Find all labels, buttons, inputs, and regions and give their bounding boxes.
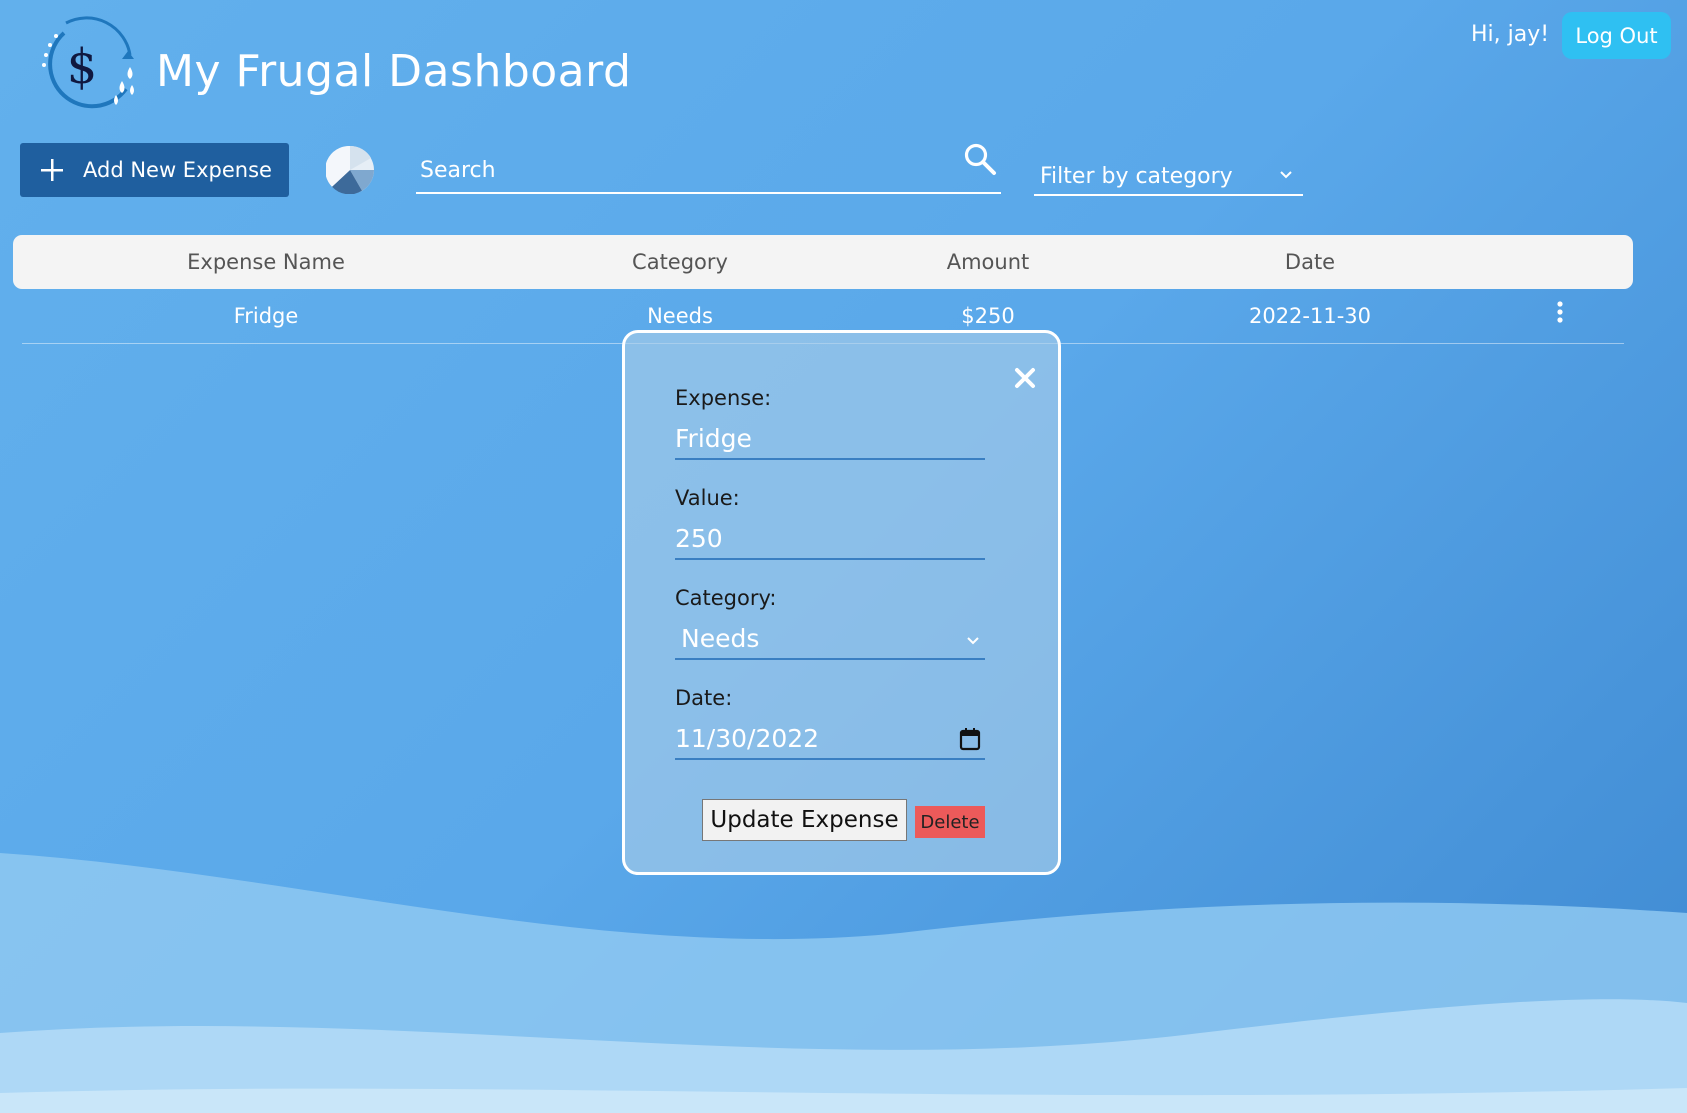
filter-label: Filter by category [1040, 164, 1233, 189]
date-value: 11/30/2022 [675, 724, 820, 753]
add-expense-button[interactable]: Add New Expense [20, 143, 289, 197]
page-title: My Frugal Dashboard [156, 46, 632, 97]
logo-dollar-text: $ [67, 39, 98, 95]
pie-chart-icon[interactable] [326, 146, 374, 194]
column-header-date[interactable]: Date [1285, 250, 1335, 274]
expense-value: Fridge [675, 424, 752, 453]
chevron-down-icon [1280, 171, 1292, 179]
add-expense-label: Add New Expense [83, 158, 272, 182]
table-header: Expense Name Category Amount Date [13, 235, 1633, 289]
user-greeting: Hi, jay! [1471, 22, 1550, 47]
search-icon[interactable] [963, 142, 997, 176]
update-expense-button[interactable]: Update Expense [702, 799, 907, 841]
value-field[interactable]: 250 [675, 522, 985, 560]
value-label: Value: [675, 486, 740, 510]
expense-label: Expense: [675, 386, 772, 410]
edit-expense-modal: Expense: Fridge Value: 250 Category: Nee… [622, 330, 1061, 875]
kebab-menu-icon[interactable] [1552, 300, 1568, 326]
category-filter-select[interactable]: Filter by category [1034, 150, 1303, 196]
delete-button[interactable]: Delete [915, 806, 985, 838]
expense-field[interactable]: Fridge [675, 422, 985, 460]
category-select[interactable]: Needs [675, 622, 985, 660]
date-field[interactable]: 11/30/2022 [675, 722, 985, 760]
value-value: 250 [675, 524, 723, 553]
cell-category: Needs [647, 304, 713, 328]
cell-date: 2022-11-30 [1248, 304, 1372, 328]
logout-button[interactable]: Log Out [1562, 12, 1671, 59]
close-icon[interactable] [1013, 366, 1037, 390]
logo-icon: $ [42, 16, 134, 109]
column-header-amount[interactable]: Amount [947, 250, 1030, 274]
background-waves [0, 853, 1687, 1113]
calendar-icon[interactable] [959, 727, 981, 751]
search-input[interactable]: Search [416, 140, 1001, 194]
plus-icon [41, 159, 63, 181]
category-label: Category: [675, 586, 777, 610]
search-placeholder: Search [420, 158, 496, 183]
chevron-down-icon [967, 637, 979, 645]
cell-amount: $250 [961, 304, 1015, 328]
category-value: Needs [681, 624, 760, 653]
date-label: Date: [675, 686, 733, 710]
cell-expense-name: Fridge [233, 304, 299, 328]
column-header-category[interactable]: Category [632, 250, 728, 274]
column-header-expense-name[interactable]: Expense Name [187, 250, 345, 274]
